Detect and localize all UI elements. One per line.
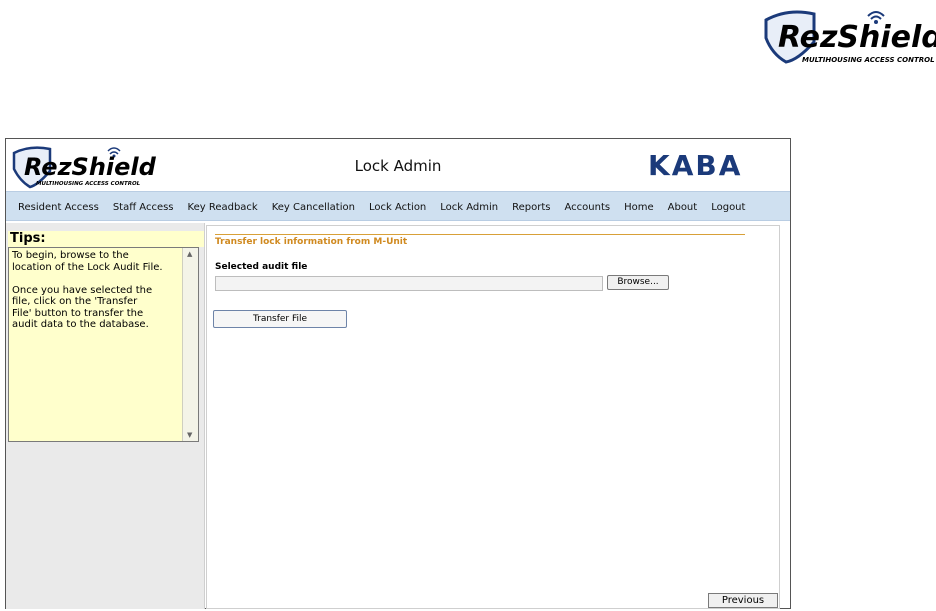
tips-text: To begin, browse to the location of the … — [12, 250, 163, 330]
app-window: RezShield MULTIHOUSING ACCESS CONTROL Lo… — [5, 138, 791, 609]
tips-textarea[interactable]: To begin, browse to the location of the … — [8, 247, 199, 442]
nav-home[interactable]: Home — [624, 202, 654, 213]
previous-button[interactable]: Previous — [708, 593, 778, 608]
nav-resident-access[interactable]: Resident Access — [18, 202, 99, 213]
transfer-file-button[interactable]: Transfer File — [213, 310, 347, 328]
nav-reports[interactable]: Reports — [512, 202, 550, 213]
main-panel: Transfer lock information from M-Unit Se… — [206, 225, 780, 609]
tips-sidebar: Tips: To begin, browse to the location o… — [6, 223, 205, 609]
audit-file-input[interactable] — [215, 276, 603, 291]
nav-accounts[interactable]: Accounts — [565, 202, 611, 213]
tips-title: Tips: — [8, 231, 204, 247]
audit-file-label: Selected audit file — [215, 262, 308, 272]
nav-key-readback[interactable]: Key Readback — [188, 202, 258, 213]
nav-about[interactable]: About — [668, 202, 698, 213]
rezshield-shield-icon: RezShield MULTIHOUSING ACCESS CONTROL — [764, 10, 936, 64]
scroll-down-icon[interactable]: ▼ — [187, 431, 192, 439]
tips-scrollbar[interactable]: ▲ ▼ — [182, 248, 198, 441]
kaba-logo-text: KABA — [648, 149, 742, 179]
app-header: RezShield MULTIHOUSING ACCESS CONTROL Lo… — [6, 139, 790, 191]
nav-key-cancellation[interactable]: Key Cancellation — [272, 202, 355, 213]
kaba-logo: KABA — [644, 149, 774, 182]
top-logo: RezShield MULTIHOUSING ACCESS CONTROL — [758, 2, 936, 68]
top-logo-tagline: MULTIHOUSING ACCESS CONTROL — [802, 56, 935, 64]
nav-staff-access[interactable]: Staff Access — [113, 202, 174, 213]
nav-lock-admin[interactable]: Lock Admin — [440, 202, 498, 213]
nav-lock-action[interactable]: Lock Action — [369, 202, 426, 213]
nav-logout[interactable]: Logout — [711, 202, 745, 213]
browse-button[interactable]: Browse... — [607, 275, 669, 290]
scroll-up-icon[interactable]: ▲ — [187, 250, 192, 258]
section-title: Transfer lock information from M-Unit — [215, 234, 745, 248]
top-logo-text: RezShield — [778, 20, 936, 55]
header-logo-tagline: MULTIHOUSING ACCESS CONTROL — [36, 181, 141, 187]
main-nav: Resident Access Staff Access Key Readbac… — [6, 191, 790, 221]
